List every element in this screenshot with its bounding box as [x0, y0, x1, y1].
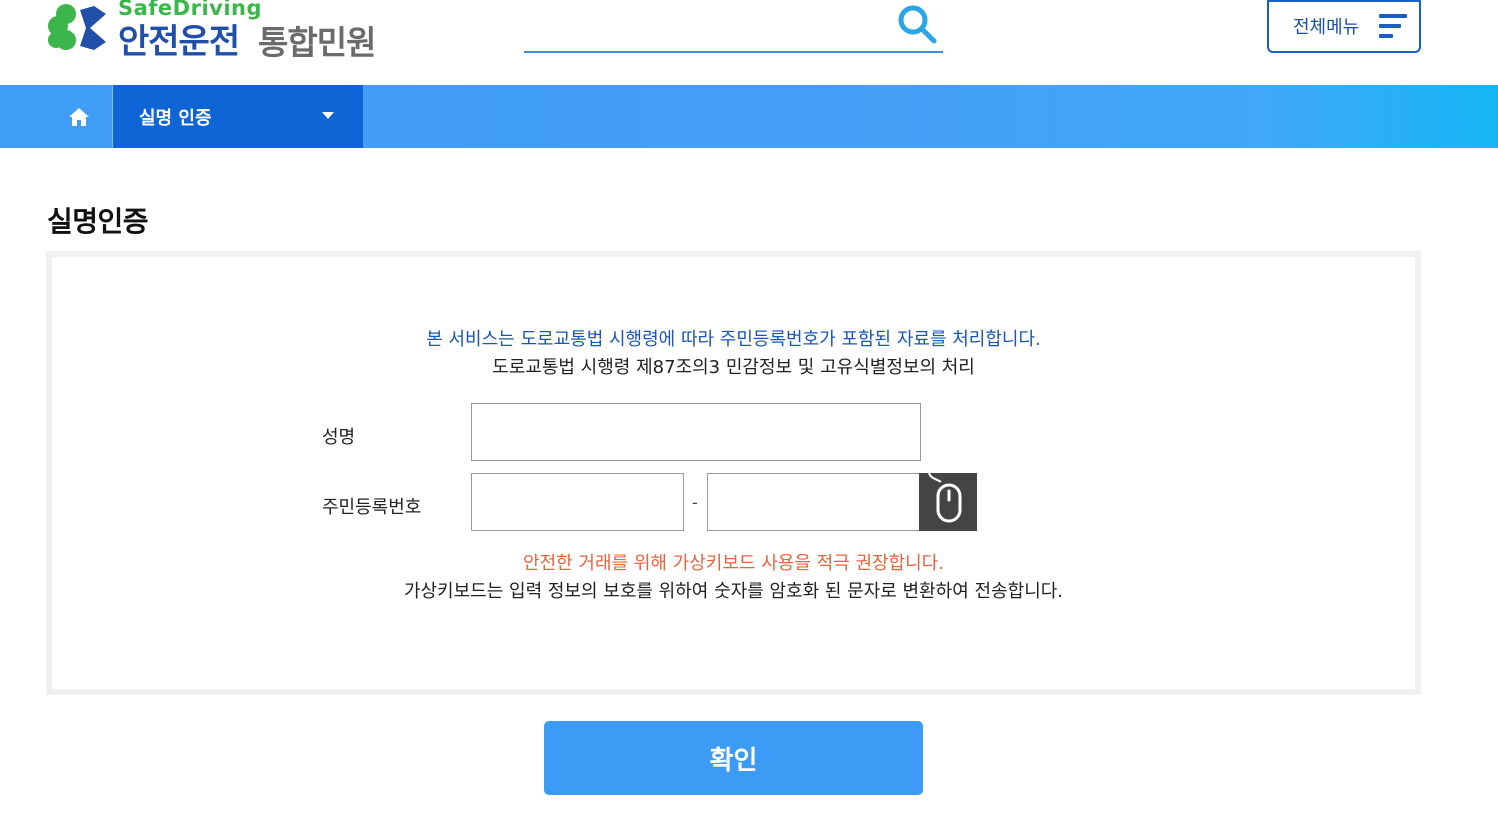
virtual-keyboard-description: 가상키보드는 입력 정보의 보호를 위하여 숫자를 암호화 된 문자로 변환하여…	[403, 581, 1064, 602]
clover-logo-icon	[48, 4, 106, 50]
search-icon[interactable]	[896, 3, 938, 45]
virtual-keyboard-button[interactable]	[919, 472, 977, 531]
notice-subtext: 도로교통법 시행령 제87조의3 민감정보 및 고유식별정보의 처리	[492, 357, 975, 378]
home-button[interactable]	[46, 85, 112, 148]
all-menu-label: 전체메뉴	[1293, 16, 1360, 38]
notice-text: 본 서비스는 도로교통법 시행령에 따라 주민등록번호가 포함된 자료를 처리합…	[426, 329, 1041, 350]
menu-dropdown-label: 실명 인증	[139, 107, 212, 129]
logo-title-secondary: 통합민원	[258, 23, 376, 62]
rrn-back-field[interactable]	[707, 473, 920, 531]
rrn-front-field[interactable]	[471, 473, 684, 531]
home-icon	[69, 107, 89, 126]
search-bar	[524, 0, 943, 53]
name-field[interactable]	[471, 403, 921, 461]
search-input[interactable]	[524, 0, 884, 50]
caret-down-icon	[322, 112, 334, 119]
site-header: SafeDriving 안전운전 통합민원 전체메뉴	[0, 0, 1498, 85]
all-menu-button[interactable]: 전체메뉴	[1267, 0, 1421, 53]
page-title: 실명인증	[47, 205, 149, 238]
logo-title: 안전운전	[118, 22, 240, 62]
mouse-icon	[928, 472, 962, 523]
navigation-bar: 실명 인증	[0, 85, 1498, 148]
virtual-keyboard-recommendation: 안전한 거래를 위해 가상키보드 사용을 적극 권장합니다.	[523, 553, 944, 574]
rrn-separator: -	[692, 493, 698, 512]
menu-dropdown[interactable]: 실명 인증	[113, 85, 363, 148]
confirm-button[interactable]: 확인	[544, 721, 923, 795]
verification-panel: 본 서비스는 도로교통법 시행령에 따라 주민등록번호가 포함된 자료를 처리합…	[46, 251, 1421, 695]
hamburger-menu-icon	[1379, 14, 1407, 38]
name-label: 성명	[322, 427, 356, 448]
rrn-label: 주민등록번호	[322, 497, 422, 518]
